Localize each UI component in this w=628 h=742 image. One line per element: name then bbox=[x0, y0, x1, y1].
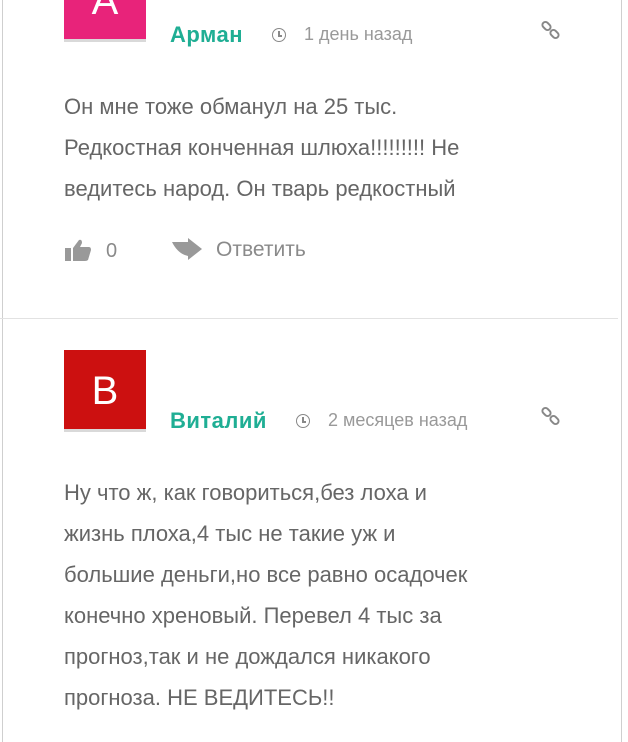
clock-icon bbox=[296, 414, 310, 428]
comment-text: Ну что ж, как говориться,без лоха и жизн… bbox=[64, 472, 584, 718]
divider bbox=[0, 318, 618, 319]
avatar[interactable]: В bbox=[64, 350, 146, 432]
comment-author[interactable]: Арман bbox=[170, 22, 243, 48]
reply-button[interactable]: Ответить bbox=[216, 238, 306, 262]
comment-date[interactable]: 1 день назад bbox=[304, 24, 412, 45]
comment-line: Ну что ж, как говориться,без лоха и bbox=[64, 480, 427, 505]
clock-icon bbox=[272, 28, 286, 42]
reply-arrow-icon[interactable] bbox=[170, 238, 204, 260]
comment-date[interactable]: 2 месяцев назад bbox=[328, 410, 467, 431]
comment-line: Он мне тоже обманул на 25 тыс. bbox=[64, 94, 398, 119]
comment-line: ведитесь народ. Он тварь редкостный bbox=[64, 176, 456, 201]
comment-line: прогноза. НЕ ВЕДИТЕСЬ!! bbox=[64, 685, 335, 710]
comment-line: прогноз,так и не дождался никакого bbox=[64, 644, 431, 669]
permalink-icon[interactable] bbox=[540, 406, 562, 428]
comment-author[interactable]: Виталий bbox=[170, 408, 267, 434]
avatar-letter: В bbox=[91, 369, 119, 413]
permalink-icon[interactable] bbox=[540, 20, 562, 42]
like-count: 0 bbox=[106, 240, 118, 262]
avatar[interactable]: А bbox=[64, 0, 146, 42]
comment-line: большие деньги,но все равно осадочек bbox=[64, 562, 468, 587]
comment-line: жизнь плоха,4 тыс не такие уж и bbox=[64, 521, 396, 546]
comment-text: Он мне тоже обманул на 25 тыс. Редкостна… bbox=[64, 86, 584, 209]
thumbs-up-icon[interactable] bbox=[64, 238, 92, 262]
avatar-letter: А bbox=[91, 0, 119, 23]
comment-line: Редкостная конченная шлюха!!!!!!!!! Не bbox=[64, 135, 460, 160]
comment-line: конечно хреновый. Перевел 4 тыс за bbox=[64, 603, 442, 628]
